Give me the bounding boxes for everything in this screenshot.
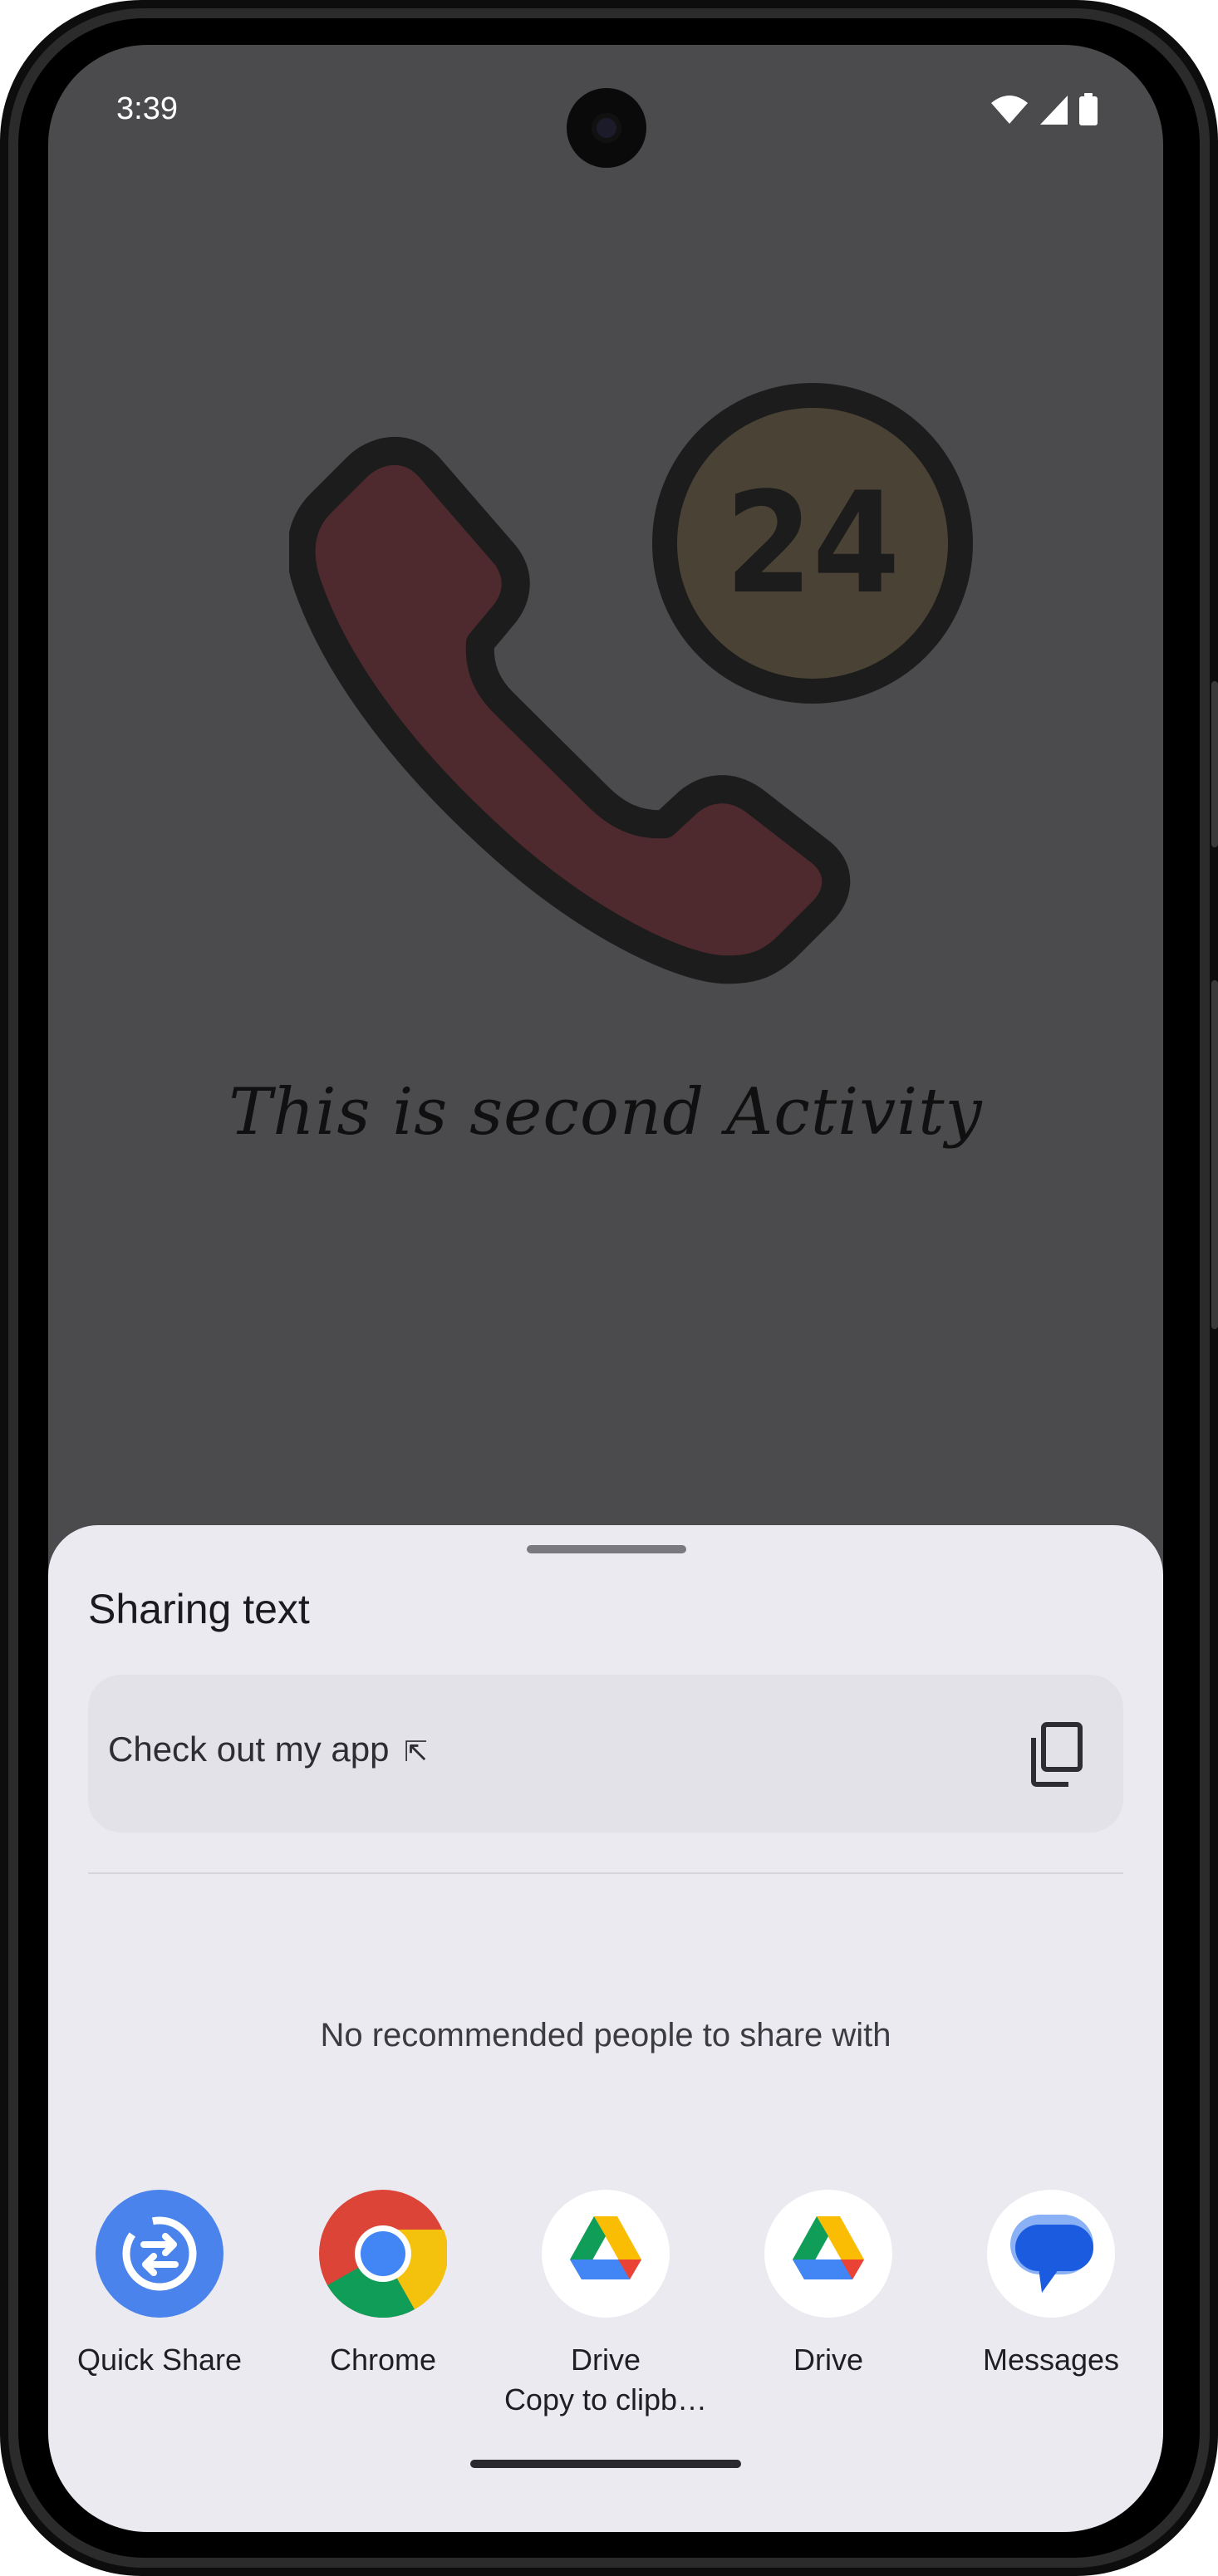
drive-icon xyxy=(764,2190,892,2318)
expand-arrow-icon: ⇱ xyxy=(404,1736,428,1768)
app-label: Chrome xyxy=(329,2343,437,2377)
status-icons xyxy=(990,93,1098,126)
share-sheet[interactable]: Sharing text Check out my app ⇱ No recom… xyxy=(48,1525,1163,2532)
app-targets: Quick Share Chrome Drive Copy to clipb… … xyxy=(48,2190,1163,2456)
drive-icon xyxy=(542,2190,670,2318)
gesture-nav-bar[interactable] xyxy=(470,2460,741,2468)
preview-text-row[interactable]: Check out my app ⇱ xyxy=(108,1730,428,1769)
battery-icon xyxy=(1079,93,1098,125)
app-label: Drive xyxy=(793,2343,863,2377)
text-preview-card[interactable]: Check out my app ⇱ xyxy=(88,1675,1123,1833)
chrome-icon xyxy=(319,2190,449,2318)
status-bar: 3:39 xyxy=(48,45,1163,178)
copy-icon xyxy=(1031,1722,1083,1787)
cell-signal-icon xyxy=(1040,96,1068,125)
copy-button[interactable] xyxy=(1024,1720,1090,1789)
status-time: 3:39 xyxy=(116,91,178,126)
quick-share-icon xyxy=(96,2190,223,2318)
share-sheet-title: Sharing text xyxy=(88,1586,310,1632)
app-label: Quick Share xyxy=(76,2343,243,2377)
messages-icon xyxy=(987,2190,1115,2318)
front-camera xyxy=(567,88,646,168)
screen: 3:39 24 This is second Activity Sharing … xyxy=(48,45,1163,2532)
activity-message: This is second Activity xyxy=(228,1075,983,1150)
volume-button xyxy=(1211,980,1218,1329)
divider xyxy=(88,1872,1123,1874)
no-recommended-people-text: No recommended people to share with xyxy=(320,2017,891,2053)
badge-number: 24 xyxy=(725,462,900,625)
phone-frame: 3:39 24 This is second Activity Sharing … xyxy=(0,0,1218,2576)
activity-illustration: 24 xyxy=(287,327,979,1025)
power-button xyxy=(1211,681,1218,847)
app-label: Messages xyxy=(982,2343,1120,2377)
wifi-icon xyxy=(991,96,1028,124)
preview-text: Check out my app xyxy=(108,1730,390,1769)
drag-handle[interactable] xyxy=(527,1545,686,1553)
app-label: Drive xyxy=(570,2343,641,2377)
app-sublabel: Copy to clipb… xyxy=(503,2382,708,2417)
